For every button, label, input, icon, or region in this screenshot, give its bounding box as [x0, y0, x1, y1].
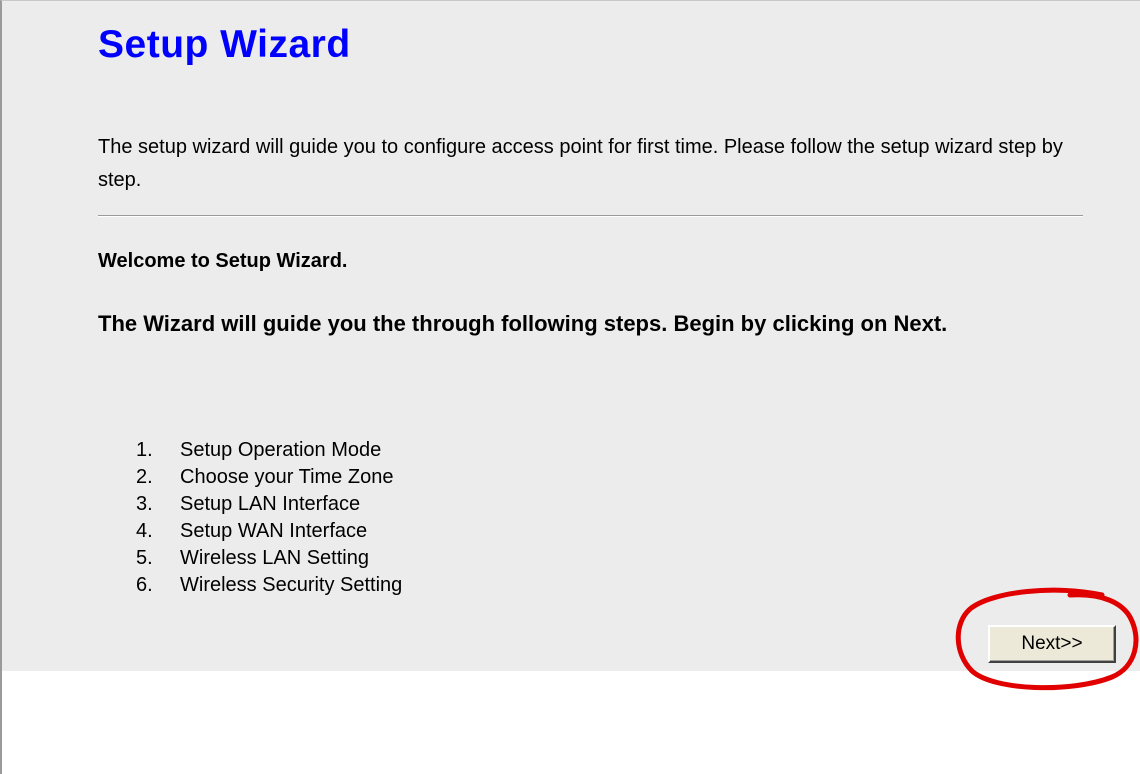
list-item: 2. Choose your Time Zone: [136, 464, 402, 491]
list-item: 6. Wireless Security Setting: [136, 572, 402, 599]
steps-list: 1. Setup Operation Mode 2. Choose your Tim…: [136, 437, 402, 599]
list-item: 5. Wireless LAN Setting: [136, 545, 402, 572]
page-title: Setup Wizard: [98, 23, 351, 66]
step-label: Setup LAN Interface: [180, 493, 361, 515]
list-item: 3. Setup LAN Interface: [136, 491, 402, 518]
welcome-text: Welcome to Setup Wizard.: [98, 250, 348, 272]
step-label: Setup WAN Interface: [180, 520, 368, 542]
step-label: Wireless LAN Setting: [180, 547, 369, 569]
divider: [98, 215, 1083, 217]
step-label: Setup Operation Mode: [180, 439, 382, 461]
intro-text: The setup wizard will guide you to confi…: [98, 136, 1063, 191]
step-number: 4.: [136, 520, 153, 542]
next-button[interactable]: Next>>: [988, 625, 1116, 663]
step-number: 6.: [136, 574, 153, 596]
step-number: 5.: [136, 547, 153, 569]
step-number: 2.: [136, 466, 153, 488]
list-item: 1. Setup Operation Mode: [136, 437, 402, 464]
wizard-panel: Setup Wizard The setup wizard will guide…: [2, 1, 1140, 671]
list-item: 4. Setup WAN Interface: [136, 518, 402, 545]
guide-text: The Wizard will guide you the through fo…: [98, 311, 948, 336]
screen: Setup Wizard The setup wizard will guide…: [0, 0, 1140, 774]
step-number: 3.: [136, 493, 153, 515]
step-label: Choose your Time Zone: [180, 466, 394, 488]
step-label: Wireless Security Setting: [180, 574, 403, 596]
step-number: 1.: [136, 439, 153, 461]
